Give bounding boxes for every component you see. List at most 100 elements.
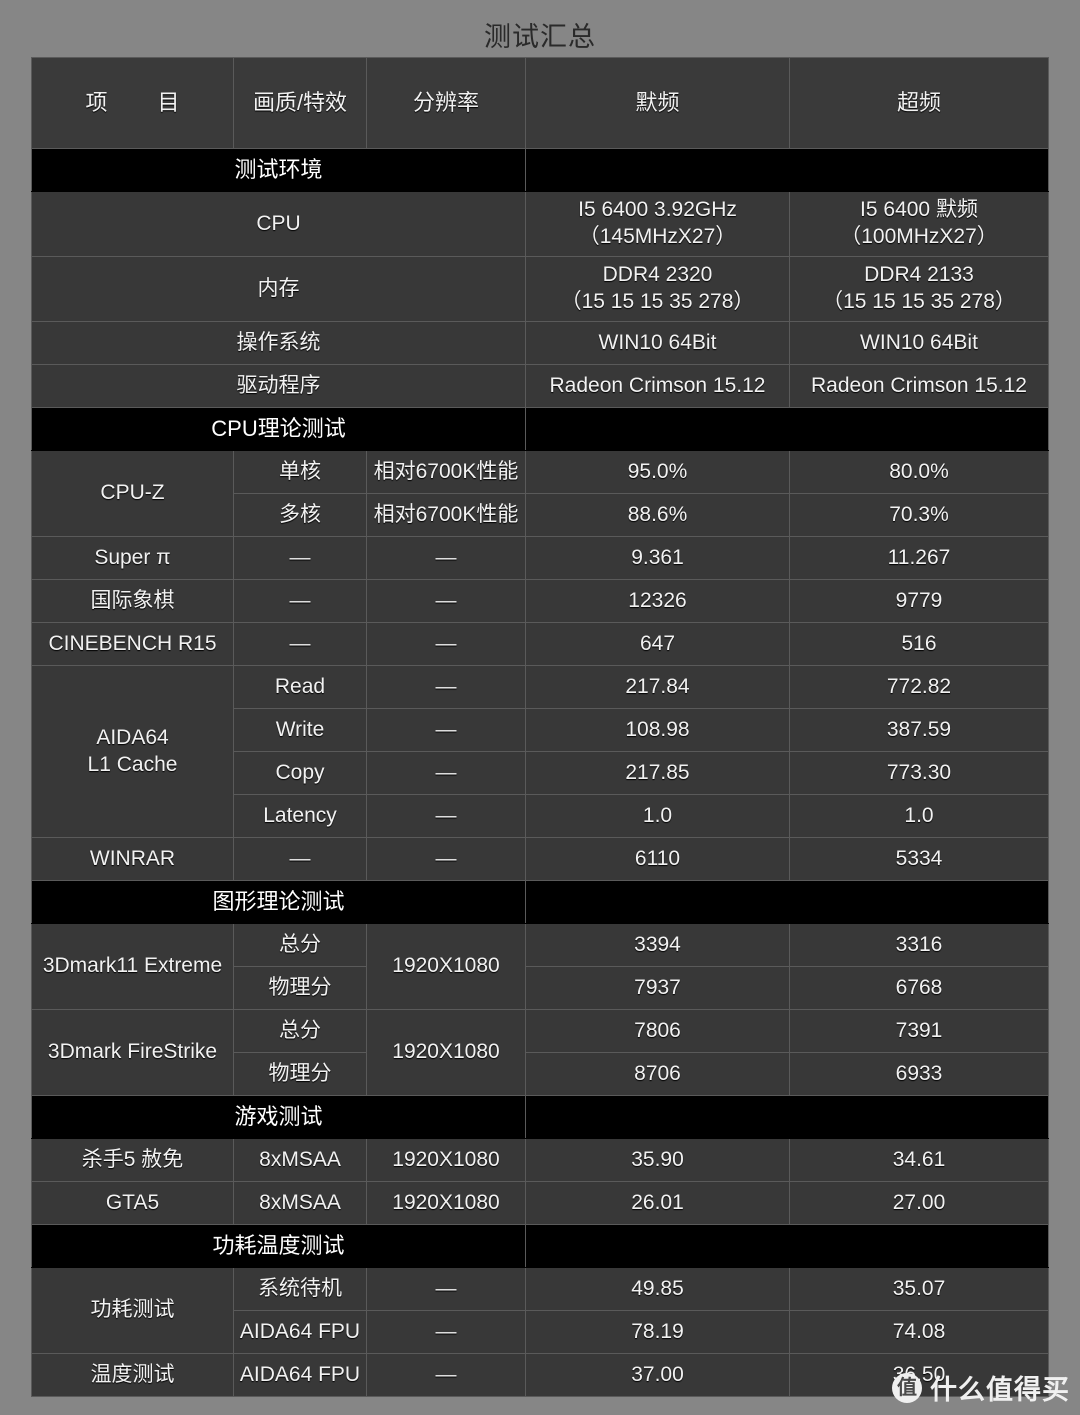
cell-os-oc: WIN10 64Bit <box>789 321 1049 365</box>
cell-memory-oc-line1: DDR4 2133 <box>864 263 974 287</box>
cell-cpu-oc-line1: I5 6400 默频 <box>860 198 978 222</box>
cell-superpi-quality: — <box>233 536 367 580</box>
table-row-3dmark11-total: 3Dmark11 Extreme 总分 1920X1080 3394 3316 <box>31 923 1049 1010</box>
row-label-firestrike: 3Dmark FireStrike <box>31 1009 234 1096</box>
cell-power-idle-res: — <box>366 1267 526 1311</box>
row-label-power: 功耗测试 <box>31 1267 234 1354</box>
table-row-os: 操作系统 WIN10 64Bit WIN10 64Bit <box>31 321 1049 365</box>
cell-firestrike-physics-quality: 物理分 <box>233 1052 367 1096</box>
cell-firestrike-total-stock: 7806 <box>525 1009 790 1053</box>
table-row-memory: 内存 DDR4 2320 （15 15 15 35 278） DDR4 2133… <box>31 256 1049 322</box>
cell-winrar-res: — <box>366 837 526 881</box>
cell-cinebench-stock: 647 <box>525 622 790 666</box>
table-row-cpu: CPU I5 6400 3.92GHz （145MHzX27） I5 6400 … <box>31 191 1049 257</box>
section-label-gfx-theory: 图形理论测试 <box>31 880 526 924</box>
cell-memory-stock-line2: （15 15 15 35 278） <box>560 290 755 313</box>
row-label-superpi: Super π <box>31 536 234 580</box>
cell-driver-oc: Radeon Crimson 15.12 <box>789 364 1049 408</box>
cell-aida-latency-quality: Latency <box>233 794 367 838</box>
cell-memory-oc-line2: （15 15 15 35 278） <box>822 290 1016 313</box>
cell-cinebench-oc: 516 <box>789 622 1049 666</box>
cell-cpu-oc: I5 6400 默频 （100MHzX27） <box>789 191 1049 257</box>
row-label-driver: 驱动程序 <box>31 364 526 408</box>
table-row-aida-read: AIDA64 L1 Cache Read — 217.84 772.82 <box>31 665 1049 838</box>
cell-3dmark11-total-quality: 总分 <box>233 923 367 967</box>
cell-power-fpu-stock: 78.19 <box>525 1310 790 1354</box>
cell-aida-latency-oc: 1.0 <box>789 794 1049 838</box>
cell-aida-write-quality: Write <box>233 708 367 752</box>
cell-power-fpu-quality: AIDA64 FPU <box>233 1310 367 1354</box>
row-label-temperature: 温度测试 <box>31 1353 234 1397</box>
cell-aida-read-res: — <box>366 665 526 709</box>
row-label-chess: 国际象棋 <box>31 579 234 623</box>
row-label-winrar: WINRAR <box>31 837 234 881</box>
cell-winrar-oc: 5334 <box>789 837 1049 881</box>
cell-chess-oc: 9779 <box>789 579 1049 623</box>
section-row-env: 测试环境 <box>31 148 1049 192</box>
table-row-hitman: 杀手5 赦免 8xMSAA 1920X1080 35.90 34.61 <box>31 1138 1049 1182</box>
cell-memory-stock-line1: DDR4 2320 <box>602 263 713 287</box>
cell-gta5-quality: 8xMSAA <box>233 1181 367 1225</box>
section-label-cpu-theory: CPU理论测试 <box>31 407 526 451</box>
cell-superpi-oc: 11.267 <box>789 536 1049 580</box>
cell-cpu-stock-line1: I5 6400 3.92GHz <box>578 198 737 222</box>
cell-hitman-quality: 8xMSAA <box>233 1138 367 1182</box>
cell-firestrike-physics-stock: 8706 <box>525 1052 790 1096</box>
cell-firestrike-physics-oc: 6933 <box>789 1052 1049 1096</box>
row-label-cpu: CPU <box>31 191 526 257</box>
cell-gta5-oc: 27.00 <box>789 1181 1049 1225</box>
column-header-oc: 超频 <box>789 57 1049 149</box>
cell-aida-latency-stock: 1.0 <box>525 794 790 838</box>
section-fill-cpu-theory <box>525 407 1049 451</box>
cell-aida-read-stock: 217.84 <box>525 665 790 709</box>
table-row-superpi: Super π — — 9.361 11.267 <box>31 536 1049 580</box>
cell-aida-write-oc: 387.59 <box>789 708 1049 752</box>
section-label-env: 测试环境 <box>31 148 526 192</box>
cell-aida-write-stock: 108.98 <box>525 708 790 752</box>
row-label-aida-line1: AIDA64 <box>96 725 169 749</box>
cell-aida-latency-res: — <box>366 794 526 838</box>
cell-chess-stock: 12326 <box>525 579 790 623</box>
row-label-gta5: GTA5 <box>31 1181 234 1225</box>
table-row-power-idle: 功耗测试 系统待机 — 49.85 35.07 <box>31 1267 1049 1354</box>
cell-3dmark11-physics-oc: 6768 <box>789 966 1049 1010</box>
cell-3dmark11-physics-quality: 物理分 <box>233 966 367 1010</box>
section-row-gfx-theory: 图形理论测试 <box>31 880 1049 924</box>
cell-temperature-quality: AIDA64 FPU <box>233 1353 367 1397</box>
table-row-cinebench: CINEBENCH R15 — — 647 516 <box>31 622 1049 666</box>
cell-memory-stock: DDR4 2320 （15 15 15 35 278） <box>525 256 790 322</box>
cell-power-idle-oc: 35.07 <box>789 1267 1049 1311</box>
table-row-gta5: GTA5 8xMSAA 1920X1080 26.01 27.00 <box>31 1181 1049 1225</box>
section-fill-env <box>525 148 1049 192</box>
cell-cpuz-multi-oc: 70.3% <box>789 493 1049 537</box>
row-label-os: 操作系统 <box>31 321 526 365</box>
row-label-3dmark11: 3Dmark11 Extreme <box>31 923 234 1010</box>
cell-cinebench-quality: — <box>233 622 367 666</box>
cell-driver-stock: Radeon Crimson 15.12 <box>525 364 790 408</box>
cell-hitman-stock: 35.90 <box>525 1138 790 1182</box>
cell-memory-oc: DDR4 2133 （15 15 15 35 278） <box>789 256 1049 322</box>
cell-chess-res: — <box>366 579 526 623</box>
cell-cpu-oc-line2: （100MHzX27） <box>840 225 998 248</box>
column-header-resolution: 分辨率 <box>366 57 526 149</box>
cell-temperature-stock: 37.00 <box>525 1353 790 1397</box>
cell-winrar-stock: 6110 <box>525 837 790 881</box>
test-summary-table: 项 目 画质/特效 分辨率 默频 超频 测试环境 CPU I5 6400 3.9… <box>31 57 1049 1397</box>
table-row-driver: 驱动程序 Radeon Crimson 15.12 Radeon Crimson… <box>31 364 1049 408</box>
cell-3dmark11-res: 1920X1080 <box>366 923 526 1010</box>
cell-aida-copy-quality: Copy <box>233 751 367 795</box>
cell-cinebench-res: — <box>366 622 526 666</box>
table-row-cpuz-single: CPU-Z 单核 相对6700K性能 95.0% 80.0% <box>31 450 1049 537</box>
cell-gta5-res: 1920X1080 <box>366 1181 526 1225</box>
table-row-firestrike-total: 3Dmark FireStrike 总分 1920X1080 7806 7391 <box>31 1009 1049 1096</box>
section-fill-game <box>525 1095 1049 1139</box>
cell-temperature-res: — <box>366 1353 526 1397</box>
cell-cpuz-multi-stock: 88.6% <box>525 493 790 537</box>
cell-aida-copy-res: — <box>366 751 526 795</box>
cell-superpi-res: — <box>366 536 526 580</box>
cell-power-fpu-res: — <box>366 1310 526 1354</box>
cell-3dmark11-physics-stock: 7937 <box>525 966 790 1010</box>
cell-cpuz-multi-quality: 多核 <box>233 493 367 537</box>
section-row-power-temp: 功耗温度测试 <box>31 1224 1049 1268</box>
cell-superpi-stock: 9.361 <box>525 536 790 580</box>
